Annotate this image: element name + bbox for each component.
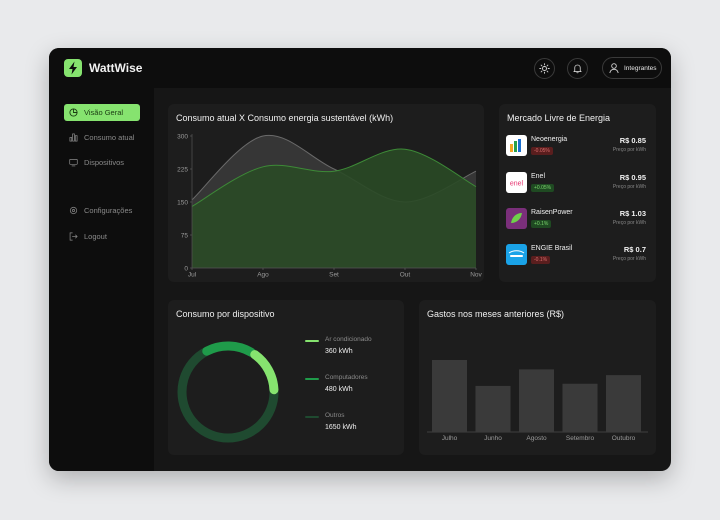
bar-label: Junho	[484, 435, 502, 442]
donut-slice-ar-condicionado	[250, 350, 279, 395]
top-bar: WattWise Integrantes	[49, 48, 671, 88]
pie-chart-icon	[69, 108, 78, 117]
bar[interactable]	[432, 360, 467, 432]
sidebar-item-label: Consumo atual	[84, 133, 135, 142]
x-tick-label: Ago	[257, 272, 269, 279]
change-badge: -0.05%	[531, 147, 553, 155]
logout-icon	[69, 232, 78, 241]
sidebar-item-dispositivos[interactable]: Dispositivos	[64, 154, 140, 171]
market-item-price: R$ 0.95	[619, 173, 646, 182]
sidebar-item-consumo-atual[interactable]: Consumo atual	[64, 129, 140, 146]
market-item-price: R$ 0.7	[623, 245, 646, 254]
sidebar-item-label: Dispositivos	[84, 158, 125, 167]
bar[interactable]	[519, 369, 554, 432]
sun-icon	[539, 63, 550, 74]
x-tick-label: Set	[329, 272, 339, 279]
raisenpower-logo	[506, 208, 527, 229]
gear-icon	[69, 206, 78, 215]
notifications-button[interactable]	[567, 58, 588, 79]
devices-title: Consumo por dispositivo	[176, 309, 275, 319]
y-tick-label: 75	[181, 233, 189, 240]
change-badge: +0.1%	[531, 220, 552, 228]
y-tick-label: 150	[177, 200, 188, 207]
expenses-card: Gastos nos meses anteriores (R$) Julho Ju…	[419, 300, 656, 455]
market-item-raisenpower[interactable]: RaisenPower +0.1% R$ 1.03 Preço por kWh	[506, 206, 646, 234]
market-card: Mercado Livre de Energia Neoenergia -0.0…	[499, 104, 656, 282]
legend-label: Computadores	[325, 374, 368, 381]
market-item-engie[interactable]: ENGIE Brasil -0.1% R$ 0.7 Preço por kWh	[506, 242, 646, 270]
user-icon	[609, 63, 619, 74]
engie-logo	[506, 244, 527, 265]
x-tick-label: Jul	[188, 272, 197, 279]
change-badge: -0.1%	[531, 256, 551, 264]
bar[interactable]	[475, 385, 511, 432]
bar-label: Setembro	[566, 435, 595, 442]
change-badge: +0.05%	[531, 184, 555, 192]
legend-value: 480 kWh	[325, 386, 353, 393]
market-item-name: RaisenPower	[531, 209, 573, 216]
bar[interactable]	[606, 375, 641, 432]
market-item-price: R$ 1.03	[619, 209, 646, 218]
bar-label: Julho	[442, 435, 458, 442]
lightning-icon	[64, 59, 82, 77]
bell-icon	[573, 64, 582, 74]
y-tick-label: 300	[177, 134, 188, 141]
market-item-name: Enel	[531, 173, 546, 180]
market-item-unit: Preço por kWh	[612, 184, 646, 190]
market-title: Mercado Livre de Energia	[507, 113, 611, 123]
expenses-bar-chart: Julho Junho Agosto Setembro Outubro	[427, 360, 648, 442]
market-item-unit: Preço por kWh	[612, 220, 646, 226]
legend-value: 1650 kWh	[325, 424, 357, 431]
area-chart: 075150225300Jul Ago Set Out Nov	[177, 134, 482, 279]
x-tick-label: Nov	[470, 272, 482, 279]
enel-logo: enel	[506, 172, 527, 193]
devices-card: Consumo por dispositivo Ar condicionado …	[168, 300, 404, 455]
legend-swatch	[305, 340, 319, 342]
market-item-unit: Preço por kWh	[612, 147, 646, 153]
donut-slice-computadores	[202, 341, 256, 357]
user-menu-button[interactable]: Integrantes	[602, 57, 662, 79]
svg-text:enel: enel	[510, 181, 524, 188]
market-item-enel[interactable]: enel Enel +0.05% R$ 0.95 Preço por kWh	[506, 170, 646, 198]
bar-chart-icon	[69, 133, 78, 142]
devices-donut-chart	[177, 341, 279, 443]
sidebar: Visão Geral Consumo atual Dispositivos C…	[49, 88, 154, 471]
neoenergia-logo	[506, 135, 527, 156]
sidebar-item-visao-geral[interactable]: Visão Geral	[64, 104, 140, 121]
sidebar-item-label: Logout	[84, 232, 107, 241]
x-tick-label: Out	[400, 272, 411, 279]
sidebar-item-label: Visão Geral	[84, 108, 124, 117]
market-item-unit: Preço por kWh	[612, 256, 646, 262]
market-item-name: ENGIE Brasil	[531, 245, 573, 252]
legend-value: 360 kWh	[325, 348, 353, 355]
user-label: Integrantes	[624, 64, 657, 72]
legend-swatch	[305, 416, 319, 418]
market-item-neoenergia[interactable]: Neoenergia -0.05% R$ 0.85 Preço por kWh	[506, 133, 646, 161]
bar-label: Outubro	[612, 435, 636, 442]
legend-swatch	[305, 378, 319, 380]
bar[interactable]	[562, 383, 598, 432]
app-window: WattWise Integrantes Visão Geral Consumo…	[49, 48, 671, 471]
theme-toggle-button[interactable]	[534, 58, 555, 79]
market-item-price: R$ 0.85	[619, 136, 646, 145]
app-name: WattWise	[89, 61, 143, 75]
bar-label: Agosto	[526, 435, 547, 442]
sidebar-item-label: Configurações	[84, 206, 133, 215]
area-chart-card: Consumo atual X Consumo energia sustentá…	[168, 104, 484, 282]
legend-label: Outros	[325, 412, 345, 419]
monitor-icon	[69, 158, 78, 167]
sidebar-item-configuracoes[interactable]: Configurações	[64, 202, 140, 219]
market-item-name: Neoenergia	[531, 136, 568, 143]
legend-label: Ar condicionado	[325, 336, 372, 343]
sidebar-item-logout[interactable]: Logout	[64, 228, 140, 245]
y-tick-label: 225	[177, 167, 188, 174]
